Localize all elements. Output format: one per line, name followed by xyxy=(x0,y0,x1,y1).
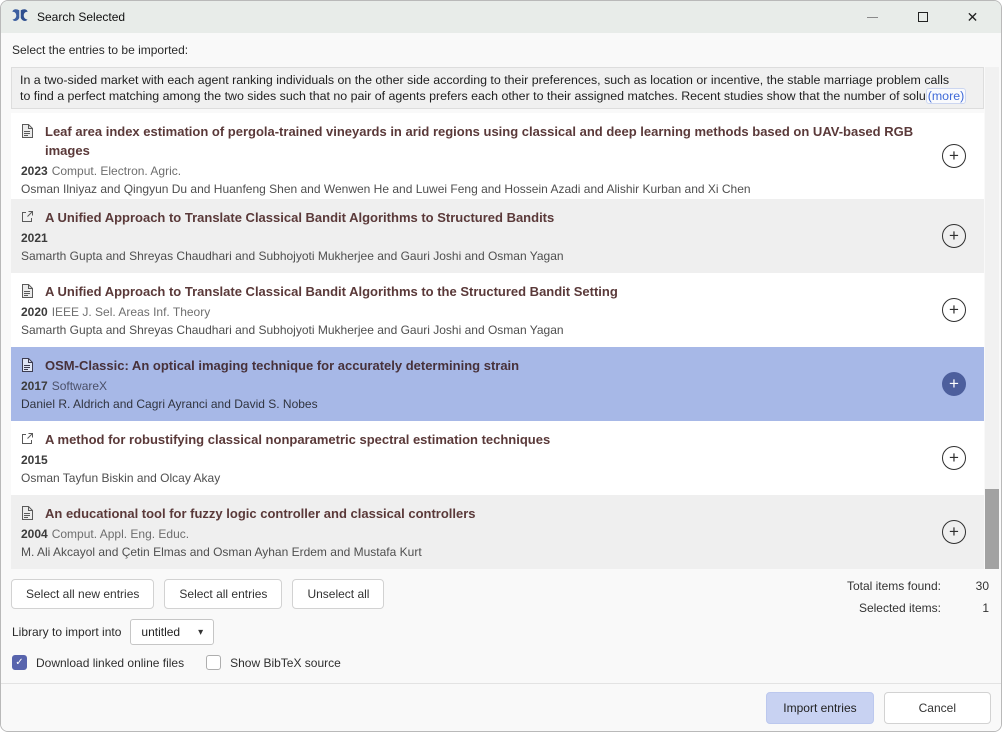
library-row: Library to import into untitled ▾ xyxy=(12,619,214,645)
entry-meta: 2015 xyxy=(21,451,926,469)
more-link[interactable]: (more) xyxy=(926,88,966,104)
select-all-entries-button[interactable]: Select all entries xyxy=(164,579,282,609)
check-icon: ✓ xyxy=(15,657,23,668)
window-title: Search Selected xyxy=(37,10,125,24)
entry-year: 2021 xyxy=(21,231,48,245)
options-row: ✓ Download linked online files Show BibT… xyxy=(12,655,341,670)
entry-title: OSM-Classic: An optical imaging techniqu… xyxy=(45,356,519,375)
external-link-icon xyxy=(21,208,35,223)
entry-meta: 2004 Comput. Appl. Eng. Educ. xyxy=(21,525,926,543)
unselect-all-button[interactable]: Unselect all xyxy=(292,579,384,609)
entry-title: A Unified Approach to Translate Classica… xyxy=(45,282,618,301)
entry-authors: Daniel R. Aldrich and Cagri Ayranci and … xyxy=(21,395,926,413)
entry-authors: M. Ali Akcayol and Çetin Elmas and Osman… xyxy=(21,543,926,561)
instruction-text: Select the entries to be imported: xyxy=(12,43,188,57)
plus-icon: + xyxy=(949,227,959,244)
entry-journal: Comput. Appl. Eng. Educ. xyxy=(52,527,189,541)
library-select-value: untitled xyxy=(141,625,180,639)
minimize-button[interactable] xyxy=(866,11,879,24)
list-scrollbar[interactable] xyxy=(985,67,999,569)
close-icon: ✕ xyxy=(967,10,979,24)
entry-row-5[interactable]: A method for robustifying classical nonp… xyxy=(11,421,984,495)
entry-row-6[interactable]: An educational tool for fuzzy logic cont… xyxy=(11,495,984,569)
entry-row-3[interactable]: A Unified Approach to Translate Classica… xyxy=(11,273,984,347)
add-entry-button[interactable]: + xyxy=(942,520,966,544)
entry-authors: Osman Tayfun Biskin and Olcay Akay xyxy=(21,469,926,487)
import-entries-button[interactable]: Import entries xyxy=(766,692,873,724)
add-entry-button[interactable]: + xyxy=(942,144,966,168)
selected-items-value: 1 xyxy=(967,601,989,615)
selection-toolbar: Select all new entries Select all entrie… xyxy=(11,579,384,609)
abstract-preview: In a two-sided market with each agent ra… xyxy=(11,67,984,109)
entry-year: 2004 xyxy=(21,527,48,541)
add-entry-button[interactable]: + xyxy=(942,224,966,248)
document-icon xyxy=(21,122,35,138)
library-select[interactable]: untitled ▾ xyxy=(130,619,214,645)
entry-title: An educational tool for fuzzy logic cont… xyxy=(45,504,476,523)
selected-items-label: Selected items: xyxy=(859,601,941,615)
entry-meta: 2017 SoftwareX xyxy=(21,377,926,395)
download-linked-files-option[interactable]: ✓ Download linked online files xyxy=(12,655,184,670)
chevron-down-icon: ▾ xyxy=(198,627,203,638)
maximize-icon xyxy=(918,12,928,22)
library-to-import-into-label: Library to import into xyxy=(12,625,121,639)
document-icon xyxy=(21,504,35,520)
search-selected-dialog: Search Selected ✕ Select the entries to … xyxy=(0,0,1002,732)
download-linked-files-label: Download linked online files xyxy=(36,656,184,670)
external-link-icon xyxy=(21,430,35,445)
total-items-found-label: Total items found: xyxy=(847,579,941,593)
document-icon xyxy=(21,282,35,298)
total-items-found-value: 30 xyxy=(967,579,989,593)
scrollbar-thumb[interactable] xyxy=(985,489,999,569)
plus-icon: + xyxy=(949,301,959,318)
entry-authors: Osman Ilniyaz and Qingyun Du and Huanfen… xyxy=(21,180,926,198)
add-entry-button[interactable]: + xyxy=(942,298,966,322)
show-bibtex-source-checkbox[interactable] xyxy=(206,655,221,670)
show-bibtex-source-option[interactable]: Show BibTeX source xyxy=(206,655,341,670)
add-entry-button[interactable]: + xyxy=(942,372,966,396)
entry-list: Leaf area index estimation of pergola-tr… xyxy=(11,113,984,569)
download-linked-files-checkbox[interactable]: ✓ xyxy=(12,655,27,670)
entry-row-2[interactable]: A Unified Approach to Translate Classica… xyxy=(11,199,984,273)
entry-year: 2023 xyxy=(21,164,48,178)
entry-title: A Unified Approach to Translate Classica… xyxy=(45,208,554,227)
entry-meta: 2020 IEEE J. Sel. Areas Inf. Theory xyxy=(21,303,926,321)
abstract-line-1: In a two-sided market with each agent ra… xyxy=(20,72,975,88)
plus-icon: + xyxy=(949,147,959,164)
entry-year: 2020 xyxy=(21,305,48,319)
footer-bar: Import entries Cancel xyxy=(1,683,1001,731)
maximize-button[interactable] xyxy=(916,11,929,24)
entry-row-4-selected[interactable]: OSM-Classic: An optical imaging techniqu… xyxy=(11,347,984,421)
select-all-new-entries-button[interactable]: Select all new entries xyxy=(11,579,154,609)
entry-title: A method for robustifying classical nonp… xyxy=(45,430,550,449)
abstract-line-2: to find a perfect matching among the two… xyxy=(20,88,975,104)
entry-authors: Samarth Gupta and Shreyas Chaudhari and … xyxy=(21,247,926,265)
close-button[interactable]: ✕ xyxy=(966,11,979,24)
titlebar: Search Selected ✕ xyxy=(1,1,1001,33)
entry-title: Leaf area index estimation of pergola-tr… xyxy=(45,122,926,160)
window-controls: ✕ xyxy=(866,11,991,24)
entry-journal: Comput. Electron. Agric. xyxy=(52,164,181,178)
entry-year: 2015 xyxy=(21,453,48,467)
show-bibtex-source-label: Show BibTeX source xyxy=(230,656,341,670)
entry-year: 2017 xyxy=(21,379,48,393)
document-icon xyxy=(21,356,35,372)
totals-panel: Total items found: 30 Selected items: 1 xyxy=(847,579,989,623)
cancel-button[interactable]: Cancel xyxy=(884,692,991,724)
jabref-logo-icon xyxy=(11,8,29,26)
entry-journal: IEEE J. Sel. Areas Inf. Theory xyxy=(52,305,211,319)
entry-meta: 2023 Comput. Electron. Agric. xyxy=(21,162,926,180)
minimize-icon xyxy=(867,17,878,18)
entry-journal: SoftwareX xyxy=(52,379,107,393)
plus-icon: + xyxy=(949,523,959,540)
entry-meta: 2021 xyxy=(21,229,926,247)
plus-icon: + xyxy=(949,375,959,392)
abstract-line-2-text: to find a perfect matching among the two… xyxy=(20,89,926,103)
entry-authors: Samarth Gupta and Shreyas Chaudhari and … xyxy=(21,321,926,339)
entry-row-1[interactable]: Leaf area index estimation of pergola-tr… xyxy=(11,113,984,199)
plus-icon: + xyxy=(949,449,959,466)
add-entry-button[interactable]: + xyxy=(942,446,966,470)
